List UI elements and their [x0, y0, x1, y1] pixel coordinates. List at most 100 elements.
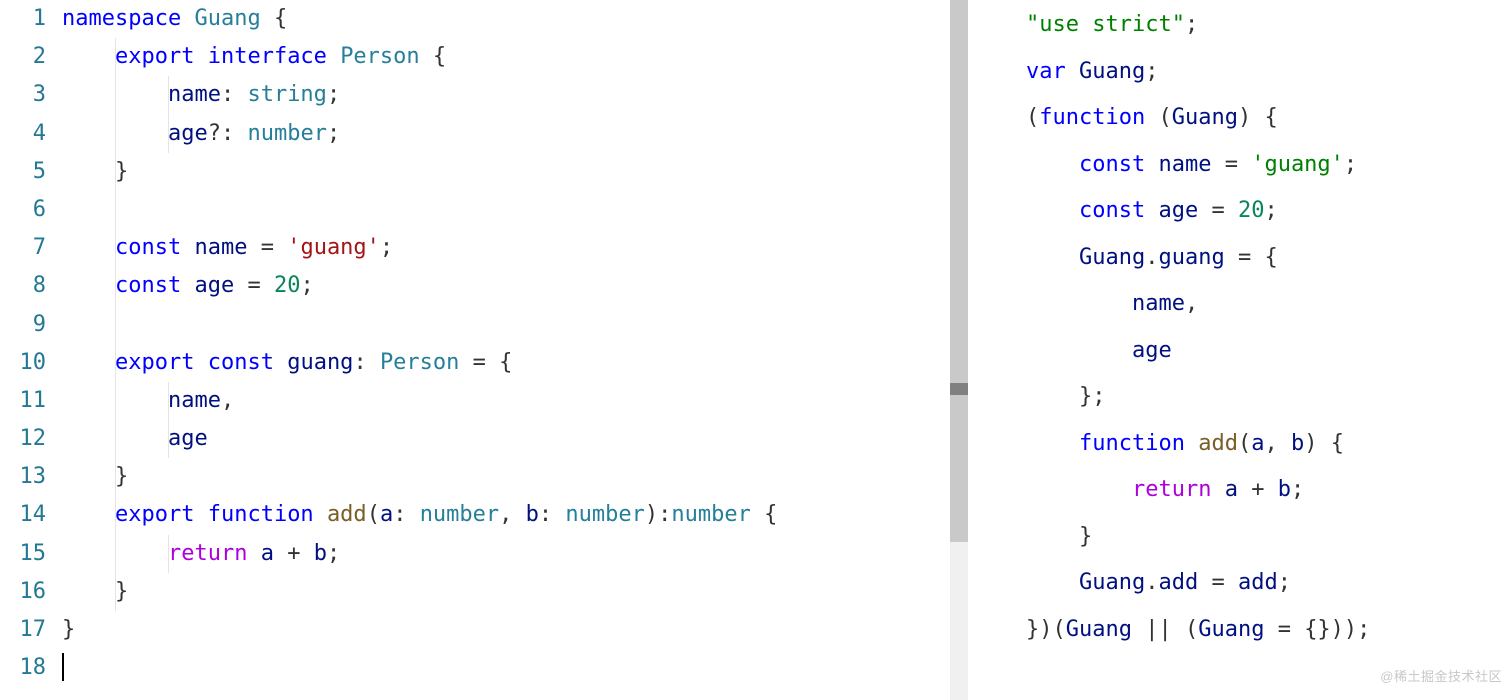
code-token: age: [1158, 198, 1198, 223]
code-line[interactable]: const name = 'guang';: [1026, 142, 1512, 189]
code-token: [1026, 291, 1132, 316]
code-token: }: [62, 617, 75, 642]
code-token: 'guang': [1251, 152, 1344, 177]
code-token: a: [1225, 477, 1238, 502]
code-token: ;: [300, 273, 313, 298]
code-token: Guang: [194, 6, 260, 31]
code-token: age: [168, 121, 208, 146]
code-token: name: [1132, 291, 1185, 316]
text-cursor: [62, 653, 64, 681]
code-token: name: [168, 388, 221, 413]
code-line[interactable]: age: [1026, 328, 1512, 375]
line-number: 13: [0, 458, 46, 496]
left-code-area[interactable]: namespace Guang { export interface Perso…: [62, 0, 968, 700]
line-number-gutter: 1 2 3 4 5 6 7 8 9 10 11 12 13 14 15 16 1…: [0, 0, 62, 700]
code-token: =: [1198, 570, 1238, 595]
line-number: 15: [0, 535, 46, 573]
code-line[interactable]: (function (Guang) {: [1026, 95, 1512, 142]
code-line[interactable]: name,: [62, 382, 968, 420]
code-token: ;: [1145, 59, 1158, 84]
code-token: [1026, 198, 1079, 223]
code-token: [181, 6, 194, 31]
code-token: [1026, 338, 1132, 363]
code-token: a: [261, 541, 274, 566]
code-line[interactable]: [62, 191, 968, 229]
code-token: ;: [1278, 570, 1291, 595]
code-line[interactable]: }: [62, 611, 968, 649]
vertical-scrollbar[interactable]: [950, 0, 968, 700]
code-token: add: [1158, 570, 1198, 595]
pane-divider[interactable]: [968, 0, 982, 700]
code-token: ,: [499, 502, 526, 527]
code-token: add: [327, 502, 367, 527]
code-token: [194, 502, 207, 527]
code-token: [1145, 198, 1158, 223]
code-token: name: [168, 82, 221, 107]
code-token: [62, 235, 115, 260]
code-token: [1185, 431, 1198, 456]
code-line[interactable]: return a + b;: [62, 535, 968, 573]
code-token: Guang: [1079, 245, 1145, 270]
code-line[interactable]: }: [62, 153, 968, 191]
code-token: a: [380, 502, 393, 527]
code-token: [181, 273, 194, 298]
code-token: = {: [1225, 245, 1278, 270]
code-token: function: [208, 502, 314, 527]
code-token: [62, 44, 115, 69]
code-line[interactable]: export interface Person {: [62, 38, 968, 76]
code-token: number: [565, 502, 644, 527]
code-token: {: [751, 502, 778, 527]
code-token: };: [1026, 384, 1105, 409]
code-token: ) {: [1304, 431, 1344, 456]
code-line[interactable]: [62, 649, 968, 687]
code-line[interactable]: const age = 20;: [1026, 188, 1512, 235]
code-token: ):: [645, 502, 672, 527]
code-token: })(: [1026, 617, 1066, 642]
code-line[interactable]: const name = 'guang';: [62, 229, 968, 267]
code-line[interactable]: Guang.guang = {: [1026, 235, 1512, 282]
code-line[interactable]: const age = 20;: [62, 267, 968, 305]
code-line[interactable]: export const guang: Person = {: [62, 344, 968, 382]
code-token: return: [168, 541, 247, 566]
line-number: 5: [0, 153, 46, 191]
code-line[interactable]: export function add(a: number, b: number…: [62, 496, 968, 534]
code-token: .: [1145, 570, 1158, 595]
code-token: ;: [327, 541, 340, 566]
code-line[interactable]: name,: [1026, 281, 1512, 328]
code-token: const: [208, 350, 274, 375]
code-line[interactable]: Guang.add = add;: [1026, 560, 1512, 607]
code-line[interactable]: return a + b;: [1026, 467, 1512, 514]
code-token: :: [393, 502, 420, 527]
code-token: age: [1132, 338, 1172, 363]
code-line[interactable]: "use strict";: [1026, 2, 1512, 49]
code-token: ;: [327, 121, 340, 146]
code-line[interactable]: }: [1026, 514, 1512, 561]
code-line[interactable]: age: [62, 420, 968, 458]
code-token: export: [115, 502, 194, 527]
code-token: var: [1026, 59, 1066, 84]
code-token: ;: [1344, 152, 1357, 177]
code-line[interactable]: }: [62, 573, 968, 611]
code-token: Guang: [1079, 59, 1145, 84]
code-token: [181, 235, 194, 260]
code-line[interactable]: var Guang;: [1026, 49, 1512, 96]
line-number: 14: [0, 496, 46, 534]
code-token: {: [420, 44, 447, 69]
line-number: 1: [0, 0, 46, 38]
scrollbar-thumb[interactable]: [950, 0, 968, 542]
code-token: (: [1026, 105, 1039, 130]
code-line[interactable]: }: [62, 458, 968, 496]
left-editor-pane: 1 2 3 4 5 6 7 8 9 10 11 12 13 14 15 16 1…: [0, 0, 968, 700]
code-token: ,: [1185, 291, 1198, 316]
code-line[interactable]: namespace Guang {: [62, 0, 968, 38]
code-line[interactable]: function add(a, b) {: [1026, 421, 1512, 468]
code-line[interactable]: age?: number;: [62, 115, 968, 153]
code-line[interactable]: name: string;: [62, 76, 968, 114]
code-token: [62, 502, 115, 527]
code-token: b: [1278, 477, 1291, 502]
code-token: ;: [1291, 477, 1304, 502]
code-token: [1026, 477, 1132, 502]
code-line[interactable]: [62, 306, 968, 344]
code-line[interactable]: };: [1026, 374, 1512, 421]
code-line[interactable]: })(Guang || (Guang = {}));: [1026, 607, 1512, 654]
